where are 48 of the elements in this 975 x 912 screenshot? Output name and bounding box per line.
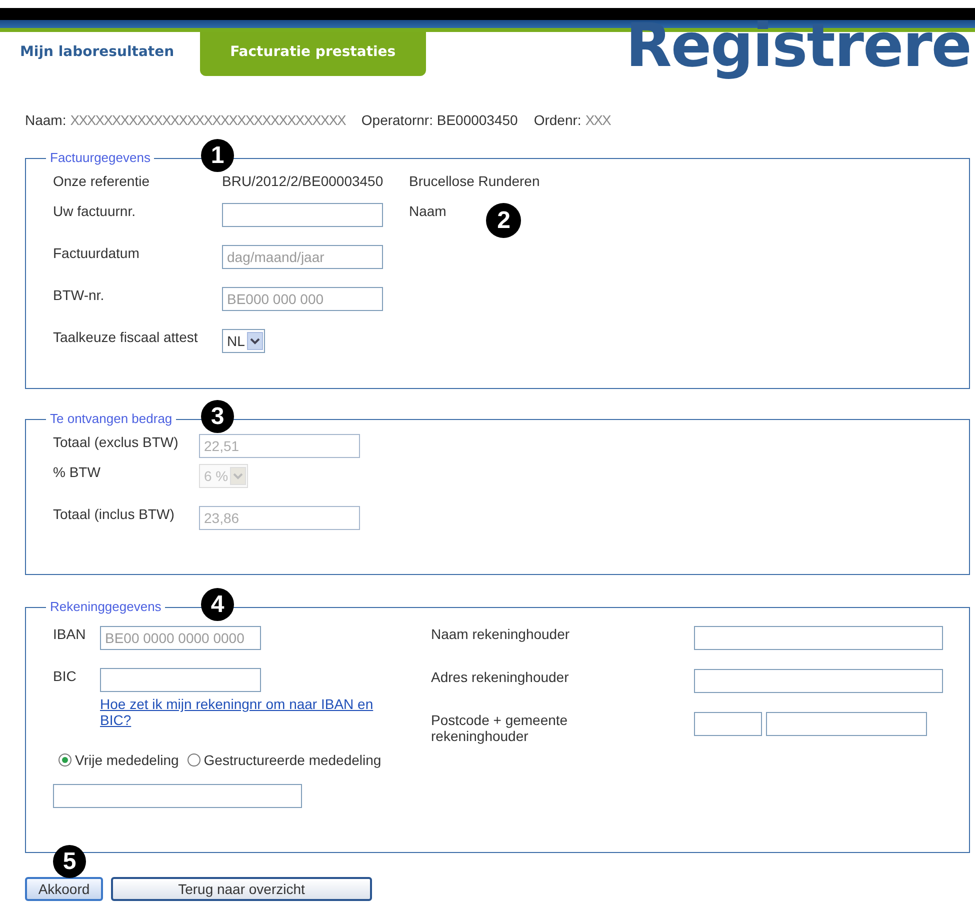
postcode-field[interactable] (694, 712, 762, 736)
caret-icon (246, 332, 263, 350)
field-label: Postcode + gemeente rekeninghouder (431, 712, 569, 744)
field-label: Taalkeuze fiscaal attest (53, 329, 199, 345)
section-legend: Te ontvangen bedrag (46, 411, 176, 426)
field-label: BTW-nr. (53, 287, 106, 303)
field-label: Naam (409, 203, 446, 219)
input-field[interactable] (694, 626, 943, 650)
input-field[interactable] (222, 203, 383, 227)
city-field[interactable] (766, 712, 927, 736)
dropdown[interactable]: NL (222, 329, 265, 353)
field-label: Adres rekeninghouder (431, 669, 570, 685)
callout-number: 3 (201, 400, 234, 433)
help-link[interactable]: Hoe zet ik mijn rekeningnr om naar IBAN en BIC? (100, 696, 400, 728)
form-button[interactable]: Akkoord (25, 877, 103, 901)
reference-description: Brucellose Runderen (409, 173, 540, 189)
field-label: Naam rekeninghouder (431, 626, 571, 642)
operator-number: Operatornr: BE00003450 (361, 112, 518, 128)
callout-number: 2 (486, 203, 522, 238)
redacted-text: XXXXXXXXXXXXXXXXXXXXXXXXXXXXXXXXX (70, 112, 346, 128)
section-legend: Factuurgegevens (46, 150, 154, 165)
field-label: Totaal (exclus BTW) (53, 434, 180, 450)
field-label: % BTW (53, 464, 102, 480)
nav-tab[interactable]: Mijn laboresultaten (8, 32, 186, 76)
field-label: Factuurdatum (53, 245, 140, 261)
field-label: IBAN (53, 626, 87, 644)
input-field[interactable]: BE000 000 000 (222, 287, 383, 311)
input-field[interactable] (100, 668, 261, 692)
redacted-text: XXX (585, 112, 610, 128)
message-field[interactable] (53, 784, 302, 808)
field-label: Onze referentie (53, 173, 150, 189)
reference-value: BRU/2012/2/BE00003450 (222, 173, 384, 189)
caret-icon (230, 467, 246, 485)
field-label: Uw factuurnr. (53, 203, 136, 219)
name-label: Naam: (25, 112, 66, 128)
section-legend: Rekeninggegevens (46, 599, 166, 614)
callout-number: 4 (201, 588, 234, 621)
field-label: BIC (53, 668, 78, 686)
radio-option[interactable]: Gestructureerde mededeling (186, 752, 382, 768)
form-button[interactable]: Terug naar overzicht (111, 877, 372, 901)
callout-number: 5 (53, 845, 86, 878)
input-field[interactable]: dag/maand/jaar (222, 245, 383, 269)
order-label: Ordenr: (534, 112, 582, 128)
input-field[interactable]: BE00 0000 0000 0000 (100, 626, 261, 650)
field-label: Totaal (inclus BTW) (53, 506, 176, 522)
radio-option[interactable]: Vrije mededeling (58, 752, 179, 768)
callout-number: 1 (201, 139, 234, 172)
input-field[interactable] (694, 669, 943, 693)
